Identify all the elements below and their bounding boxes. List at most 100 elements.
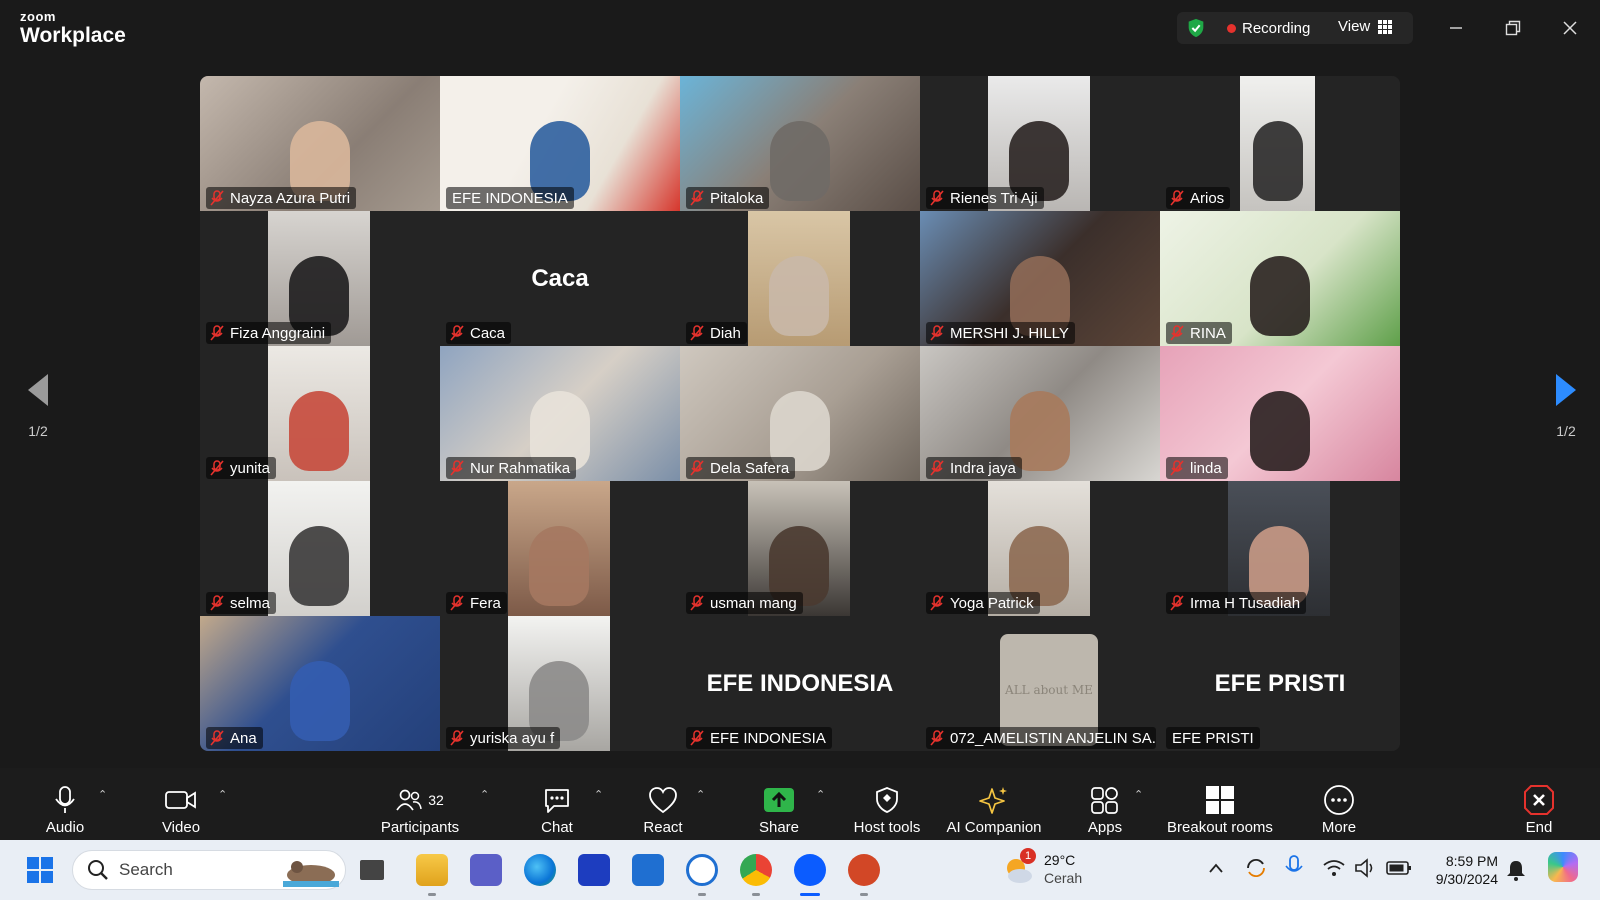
apps-options-caret[interactable]: ⌃: [1134, 788, 1143, 801]
clock-app-icon[interactable]: [686, 854, 718, 886]
participant-tile[interactable]: yunita: [200, 346, 440, 481]
windows-start-icon[interactable]: [24, 854, 56, 886]
mic-muted-icon: [210, 190, 224, 206]
brand-large: Workplace: [20, 24, 126, 47]
participant-name: EFE INDONESIA: [452, 189, 568, 207]
volume-icon[interactable]: [1354, 858, 1378, 878]
sync-icon[interactable]: [1244, 856, 1268, 880]
video-button[interactable]: Video: [154, 774, 208, 836]
participant-tile[interactable]: RINA: [1160, 211, 1400, 346]
participant-tile-active-speaker[interactable]: EFE INDONESIA: [440, 76, 680, 211]
apps-label: Apps: [1087, 819, 1123, 836]
view-label: View: [1338, 18, 1371, 35]
participant-tile[interactable]: MERSHI J. HILLY: [920, 211, 1160, 346]
participant-tile[interactable]: yuriska ayu f: [440, 616, 680, 751]
participant-tile[interactable]: Rienes Tri Aji: [920, 76, 1160, 211]
participant-tile[interactable]: selma: [200, 481, 440, 616]
more-options-icon: [1324, 785, 1354, 815]
participant-tile[interactable]: usman mang: [680, 481, 920, 616]
more-button[interactable]: More: [1314, 774, 1364, 836]
host-tools-button[interactable]: Host tools: [850, 774, 924, 836]
chrome-browser-icon[interactable]: [740, 854, 772, 886]
share-options-caret[interactable]: ⌃: [816, 788, 825, 801]
powerpoint-icon[interactable]: [848, 854, 880, 886]
participant-tile[interactable]: Ana: [200, 616, 440, 751]
audio-button[interactable]: Audio: [40, 774, 90, 836]
participants-button[interactable]: 32 Participants: [372, 774, 468, 836]
participant-tile[interactable]: Nur Rahmatika: [440, 346, 680, 481]
previous-page-button[interactable]: 1/2: [8, 372, 68, 472]
ai-companion-button[interactable]: AI Companion: [942, 774, 1046, 836]
chevron-up-icon[interactable]: [1208, 862, 1224, 874]
react-label: React: [643, 819, 683, 836]
participant-tile[interactable]: Irma H Tusadiah: [1160, 481, 1400, 616]
recording-label[interactable]: Recording: [1242, 20, 1310, 37]
clock[interactable]: 8:59 PM 9/30/2024: [1428, 852, 1498, 888]
page-indicator-right: 1/2: [1556, 423, 1576, 439]
microsoft-store-icon[interactable]: [632, 854, 664, 886]
weather-notification-badge: 1: [1020, 848, 1036, 864]
wifi-icon[interactable]: [1322, 858, 1346, 878]
brand-small: zoom: [20, 9, 56, 24]
minimize-button[interactable]: [1440, 12, 1472, 44]
react-options-caret[interactable]: ⌃: [696, 788, 705, 801]
battery-icon[interactable]: [1386, 860, 1412, 876]
participant-tile[interactable]: EFE INDONESIA EFE INDONESIA: [680, 616, 920, 751]
restore-icon: [1505, 20, 1521, 36]
restore-button[interactable]: [1497, 12, 1529, 44]
participants-count: 32: [428, 792, 444, 808]
participant-name-tag: yuriska ayu f: [446, 727, 561, 749]
participant-tile[interactable]: Yoga Patrick: [920, 481, 1160, 616]
react-button[interactable]: React: [636, 774, 690, 836]
next-page-button[interactable]: 1/2: [1536, 372, 1596, 472]
participant-tile[interactable]: Pitaloka: [680, 76, 920, 211]
participant-tile[interactable]: Indra jaya: [920, 346, 1160, 481]
mic-muted-icon: [210, 325, 224, 341]
chat-button[interactable]: Chat: [532, 774, 582, 836]
participant-name: Indra jaya: [950, 459, 1016, 477]
edge-browser-icon[interactable]: [524, 854, 556, 886]
participant-tile[interactable]: Arios: [1160, 76, 1400, 211]
view-button[interactable]: View: [1338, 18, 1393, 35]
close-button[interactable]: [1554, 12, 1586, 44]
participant-tile[interactable]: Fera: [440, 481, 680, 616]
end-meeting-button[interactable]: End: [1514, 774, 1564, 836]
participant-name: Nur Rahmatika: [470, 459, 571, 477]
whiteboard-icon[interactable]: [578, 854, 610, 886]
end-meeting-icon: [1524, 785, 1554, 815]
task-view-icon[interactable]: [360, 860, 384, 880]
microphone-tray-icon[interactable]: [1284, 854, 1304, 882]
participant-tile[interactable]: Caca Caca: [440, 211, 680, 346]
weather-widget[interactable]: 1 29°C Cerah: [1002, 848, 1122, 890]
taskbar-search[interactable]: Search: [72, 850, 346, 890]
mic-muted-icon: [690, 460, 704, 476]
participants-options-caret[interactable]: ⌃: [480, 788, 489, 801]
breakout-rooms-button[interactable]: Breakout rooms: [1164, 774, 1276, 836]
copilot-icon[interactable]: [1548, 852, 1578, 882]
chat-options-caret[interactable]: ⌃: [594, 788, 603, 801]
audio-options-caret[interactable]: ⌃: [98, 788, 107, 801]
share-button[interactable]: Share: [752, 774, 806, 836]
teams-icon[interactable]: [470, 854, 502, 886]
share-screen-icon: [764, 788, 794, 812]
participant-tile[interactable]: linda: [1160, 346, 1400, 481]
notification-bell-icon[interactable]: [1504, 858, 1528, 882]
participant-name: RINA: [1190, 324, 1226, 342]
participant-name: linda: [1190, 459, 1222, 477]
participant-tile[interactable]: Diah: [680, 211, 920, 346]
apps-button[interactable]: Apps: [1080, 774, 1130, 836]
zoom-app-icon[interactable]: [794, 854, 826, 886]
participant-name: Arios: [1190, 189, 1225, 207]
shield-check-icon[interactable]: [1185, 17, 1207, 39]
participant-tile[interactable]: Fiza Anggraini: [200, 211, 440, 346]
mic-muted-icon: [930, 730, 944, 746]
file-explorer-icon[interactable]: [416, 854, 448, 886]
participant-tile[interactable]: Dela Safera: [680, 346, 920, 481]
more-label: More: [1321, 819, 1357, 836]
participant-tile[interactable]: Nayza Azura Putri: [200, 76, 440, 211]
video-options-caret[interactable]: ⌃: [218, 788, 227, 801]
participant-tile[interactable]: ALL about ME 072_AMELISTIN ANJELIN SA...: [920, 616, 1160, 751]
participant-tile[interactable]: EFE PRISTI EFE PRISTI: [1160, 616, 1400, 751]
search-highlight-image: [283, 861, 339, 887]
mic-muted-icon: [1170, 325, 1184, 341]
